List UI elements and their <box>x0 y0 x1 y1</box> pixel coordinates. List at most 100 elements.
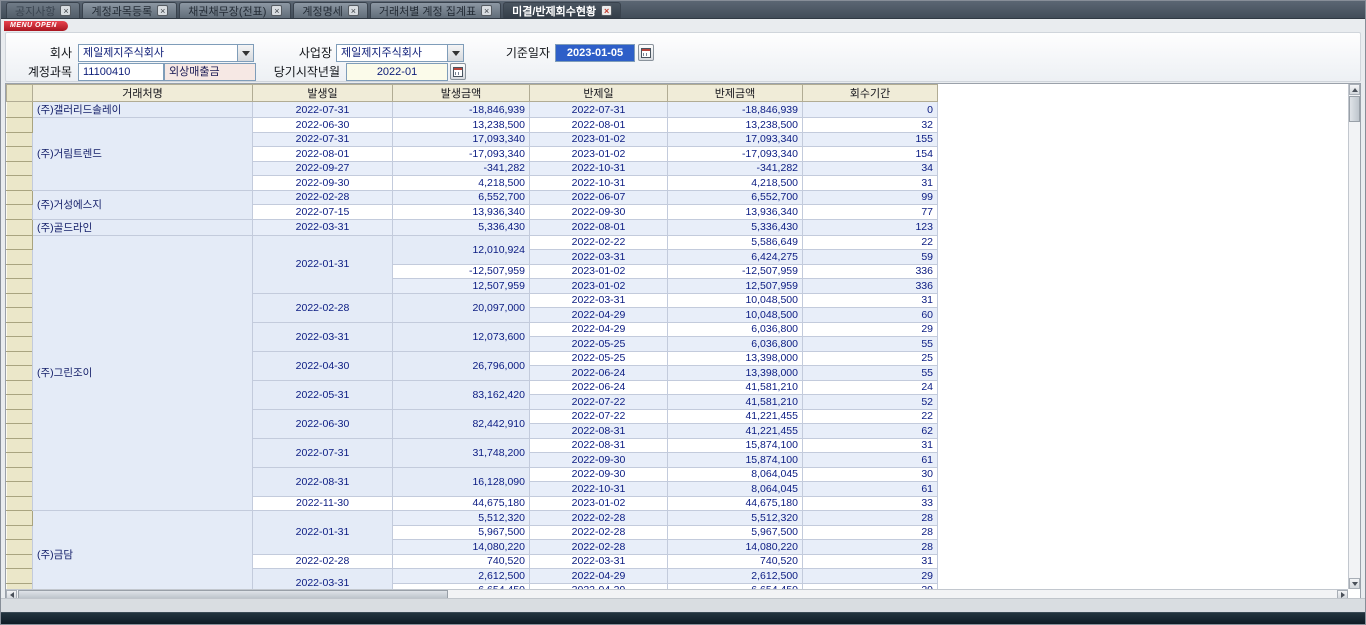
row-selector[interactable] <box>7 511 33 526</box>
vscroll-thumb[interactable] <box>1349 96 1360 122</box>
cell-settle-amount[interactable]: 41,221,455 <box>668 424 803 439</box>
cell-issue-amount[interactable]: 26,796,000 <box>393 351 530 380</box>
cell-issue-amount[interactable]: 17,093,340 <box>393 132 530 147</box>
cell-issue-date[interactable]: 2022-09-27 <box>253 161 393 176</box>
cell-issue-date[interactable]: 2022-03-31 <box>253 322 393 351</box>
cell-settle-date[interactable]: 2022-08-31 <box>530 424 668 439</box>
tab-계정명세[interactable]: 계정명세× <box>293 2 367 18</box>
cell-issue-amount[interactable]: 82,442,910 <box>393 409 530 438</box>
cell-settle-date[interactable]: 2022-04-29 <box>530 322 668 337</box>
cell-issue-date[interactable]: 2022-01-31 <box>253 235 393 293</box>
cell-settle-date[interactable]: 2023-01-02 <box>530 147 668 162</box>
cell-settle-date[interactable]: 2023-01-02 <box>530 279 668 294</box>
row-selector[interactable] <box>7 424 33 439</box>
row-selector[interactable] <box>7 337 33 352</box>
cell-issue-amount[interactable]: 2,612,500 <box>393 569 530 584</box>
cell-settle-amount[interactable]: 6,424,275 <box>668 250 803 265</box>
cell-issue-date[interactable]: 2022-08-01 <box>253 147 393 162</box>
cell-days[interactable]: 60 <box>803 308 938 323</box>
cell-days[interactable]: 24 <box>803 380 938 395</box>
cell-settle-amount[interactable]: 12,507,959 <box>668 279 803 294</box>
tab-close-icon[interactable]: × <box>271 5 282 16</box>
cell-days[interactable]: 25 <box>803 351 938 366</box>
period-calendar-button[interactable] <box>450 63 466 80</box>
cell-settle-date[interactable]: 2022-10-31 <box>530 176 668 191</box>
cell-issue-amount[interactable]: 20,097,000 <box>393 293 530 322</box>
cell-settle-date[interactable]: 2023-01-02 <box>530 132 668 147</box>
row-selector[interactable] <box>7 525 33 540</box>
cell-settle-amount[interactable]: -341,282 <box>668 161 803 176</box>
cell-settle-date[interactable]: 2022-06-24 <box>530 380 668 395</box>
tab-공지사항[interactable]: 공지사항× <box>6 2 80 18</box>
row-selector[interactable] <box>7 409 33 424</box>
cell-issue-date[interactable]: 2022-07-31 <box>253 438 393 467</box>
row-selector[interactable] <box>7 219 33 235</box>
cell-settle-amount[interactable]: 740,520 <box>668 554 803 569</box>
vertical-scrollbar[interactable] <box>1348 84 1360 589</box>
cell-settle-date[interactable]: 2022-03-31 <box>530 554 668 569</box>
scroll-up-icon[interactable] <box>1349 84 1360 95</box>
cell-settle-date[interactable]: 2022-10-31 <box>530 482 668 497</box>
cell-settle-amount[interactable]: 13,398,000 <box>668 351 803 366</box>
cell-settle-date[interactable]: 2023-01-02 <box>530 264 668 279</box>
cell-settle-amount[interactable]: 6,036,800 <box>668 322 803 337</box>
row-selector[interactable] <box>7 496 33 511</box>
cell-settle-date[interactable]: 2022-09-30 <box>530 467 668 482</box>
cell-settle-amount[interactable]: 2,612,500 <box>668 569 803 584</box>
cell-issue-amount[interactable]: 31,748,200 <box>393 438 530 467</box>
cell-days[interactable]: 59 <box>803 250 938 265</box>
cell-customer[interactable]: (주)골드라인 <box>33 219 253 235</box>
cell-issue-amount[interactable]: 44,675,180 <box>393 496 530 511</box>
tab-계정과목등록[interactable]: 계정과목등록× <box>82 2 177 18</box>
cell-settle-amount[interactable]: 10,048,500 <box>668 308 803 323</box>
cell-issue-amount[interactable]: 14,080,220 <box>393 540 530 555</box>
cell-customer[interactable]: (주)그린조이 <box>33 235 253 511</box>
cell-settle-amount[interactable]: 10,048,500 <box>668 293 803 308</box>
cell-settle-date[interactable]: 2022-02-28 <box>530 525 668 540</box>
cell-days[interactable]: 31 <box>803 438 938 453</box>
cell-days[interactable]: 31 <box>803 176 938 191</box>
cell-issue-date[interactable]: 2022-02-28 <box>253 190 393 205</box>
row-selector[interactable] <box>7 380 33 395</box>
period-start-input[interactable]: 2022-01 <box>346 63 448 81</box>
cell-issue-amount[interactable]: 13,936,340 <box>393 205 530 220</box>
cell-settle-date[interactable]: 2022-07-22 <box>530 409 668 424</box>
cell-issue-amount[interactable]: 4,218,500 <box>393 176 530 191</box>
cell-issue-amount[interactable]: 740,520 <box>393 554 530 569</box>
cell-settle-amount[interactable]: 5,336,430 <box>668 219 803 235</box>
row-selector[interactable] <box>7 118 33 133</box>
row-selector[interactable] <box>7 351 33 366</box>
row-selector[interactable] <box>7 147 33 162</box>
tab-미결/반제회수현황[interactable]: 미결/반제회수현황× <box>503 2 621 18</box>
tab-close-icon[interactable]: × <box>157 5 168 16</box>
cell-issue-amount[interactable]: 6,552,700 <box>393 190 530 205</box>
cell-settle-date[interactable]: 2022-09-30 <box>530 205 668 220</box>
col-header-settle-amount[interactable]: 반제금액 <box>668 85 803 102</box>
cell-issue-date[interactable]: 2022-08-31 <box>253 467 393 496</box>
account-code-input[interactable]: 11100410 <box>78 63 164 81</box>
row-selector[interactable] <box>7 250 33 265</box>
row-selector[interactable] <box>7 322 33 337</box>
cell-days[interactable]: 34 <box>803 161 938 176</box>
cell-issue-date[interactable]: 2022-06-30 <box>253 409 393 438</box>
cell-days[interactable]: 31 <box>803 293 938 308</box>
cell-settle-amount[interactable]: 8,064,045 <box>668 482 803 497</box>
cell-days[interactable]: 32 <box>803 118 938 133</box>
cell-issue-amount[interactable]: 5,512,320 <box>393 511 530 526</box>
cell-issue-amount[interactable]: 5,336,430 <box>393 219 530 235</box>
cell-settle-date[interactable]: 2022-05-25 <box>530 337 668 352</box>
tab-close-icon[interactable]: × <box>60 5 71 16</box>
cell-issue-amount[interactable]: 12,073,600 <box>393 322 530 351</box>
cell-days[interactable]: 61 <box>803 482 938 497</box>
tab-채권채무장(전표)[interactable]: 채권채무장(전표)× <box>179 2 291 18</box>
cell-issue-date[interactable]: 2022-03-31 <box>253 219 393 235</box>
row-selector[interactable] <box>7 395 33 410</box>
cell-settle-date[interactable]: 2023-01-02 <box>530 496 668 511</box>
cell-days[interactable]: 55 <box>803 337 938 352</box>
cell-settle-date[interactable]: 2022-04-29 <box>530 308 668 323</box>
cell-days[interactable]: 99 <box>803 190 938 205</box>
cell-days[interactable]: 77 <box>803 205 938 220</box>
cell-days[interactable]: 28 <box>803 525 938 540</box>
cell-settle-amount[interactable]: 44,675,180 <box>668 496 803 511</box>
cell-days[interactable]: 29 <box>803 322 938 337</box>
